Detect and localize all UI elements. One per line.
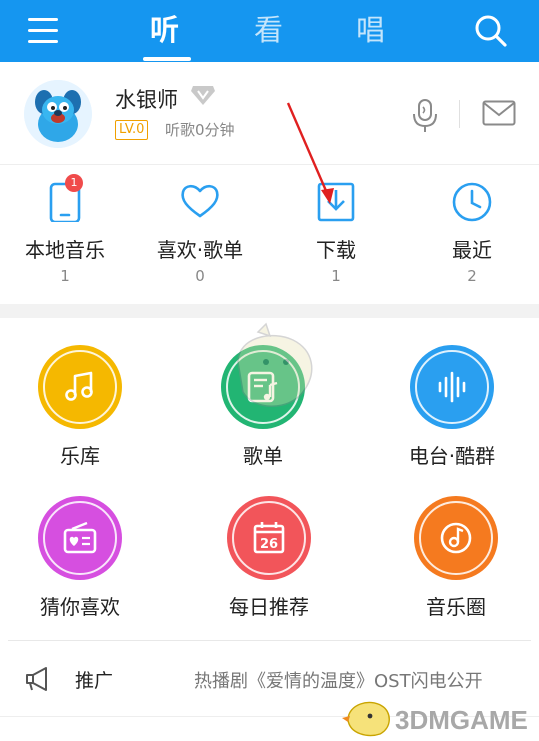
menu-icon[interactable] bbox=[28, 16, 60, 46]
notification-badge: 1 bbox=[65, 174, 83, 192]
tab-listen[interactable]: 听 bbox=[150, 10, 179, 50]
feature-label: 电台·酷群 bbox=[408, 444, 496, 468]
search-icon[interactable] bbox=[474, 14, 508, 48]
avatar-mascot-icon bbox=[24, 80, 92, 148]
quick-count: 2 bbox=[467, 267, 477, 285]
profile-section[interactable]: 水银师 LV.0 听歌0分钟 bbox=[0, 62, 539, 164]
feature-guess-you-like[interactable]: 猜你喜欢 bbox=[10, 496, 150, 618]
vip-diamond-icon[interactable] bbox=[190, 84, 216, 106]
separator bbox=[459, 100, 460, 128]
tab-sing[interactable]: 唱 bbox=[356, 10, 385, 50]
tab-watch[interactable]: 看 bbox=[254, 10, 283, 50]
watermark-text: 3DMGAME bbox=[395, 705, 528, 735]
quick-label: 本地音乐 bbox=[25, 238, 105, 262]
feature-music-library[interactable]: 乐库 bbox=[10, 345, 150, 467]
calendar-day: 26 bbox=[260, 537, 278, 552]
feature-label: 每日推荐 bbox=[229, 595, 309, 619]
mail-icon[interactable] bbox=[482, 100, 516, 126]
quick-count: 0 bbox=[195, 267, 205, 285]
active-tab-indicator bbox=[143, 57, 191, 61]
listen-time: 听歌0分钟 bbox=[165, 121, 235, 139]
quick-favorites-playlists[interactable]: 喜欢·歌单 0 bbox=[140, 180, 260, 285]
feature-label: 歌单 bbox=[243, 444, 283, 468]
mascot-watermark-icon bbox=[237, 322, 313, 407]
avatar[interactable] bbox=[24, 80, 92, 148]
feature-radio-group[interactable]: 电台·酷群 bbox=[382, 345, 522, 467]
feature-label: 乐库 bbox=[60, 444, 100, 468]
heart-icon bbox=[181, 184, 219, 218]
music-note-icon bbox=[65, 371, 93, 401]
quick-download[interactable]: 下载 1 bbox=[276, 180, 396, 285]
quick-count: 1 bbox=[60, 267, 70, 285]
feature-daily-recommend[interactable]: 26 每日推荐 bbox=[199, 496, 339, 618]
quick-local-music[interactable]: 1 本地音乐 1 bbox=[5, 174, 125, 285]
voice-recognition-icon[interactable] bbox=[411, 98, 439, 134]
top-bar: 听 看 唱 bbox=[0, 0, 539, 62]
divider bbox=[0, 164, 539, 165]
feature-music-circle[interactable]: 音乐圈 bbox=[386, 496, 526, 618]
calendar-icon: 26 bbox=[253, 522, 285, 554]
quick-count: 1 bbox=[331, 267, 341, 285]
download-icon bbox=[317, 182, 355, 222]
disc-icon bbox=[440, 522, 472, 554]
quick-label: 下载 bbox=[316, 238, 356, 262]
level-badge: LV.0 bbox=[115, 120, 149, 140]
radio-heart-icon bbox=[63, 521, 97, 554]
divider bbox=[8, 640, 531, 641]
promo-label: 推广 bbox=[75, 670, 114, 692]
soundwave-icon bbox=[438, 371, 466, 403]
quick-label: 最近 bbox=[452, 238, 492, 262]
quick-label: 喜欢·歌单 bbox=[156, 238, 244, 262]
megaphone-icon bbox=[26, 667, 47, 691]
feature-label: 音乐圈 bbox=[426, 595, 486, 619]
quick-recent[interactable]: 最近 2 bbox=[412, 180, 532, 285]
feature-label: 猜你喜欢 bbox=[40, 595, 120, 619]
clock-icon bbox=[452, 182, 492, 222]
username: 水银师 bbox=[115, 88, 178, 112]
section-gap bbox=[0, 304, 539, 318]
